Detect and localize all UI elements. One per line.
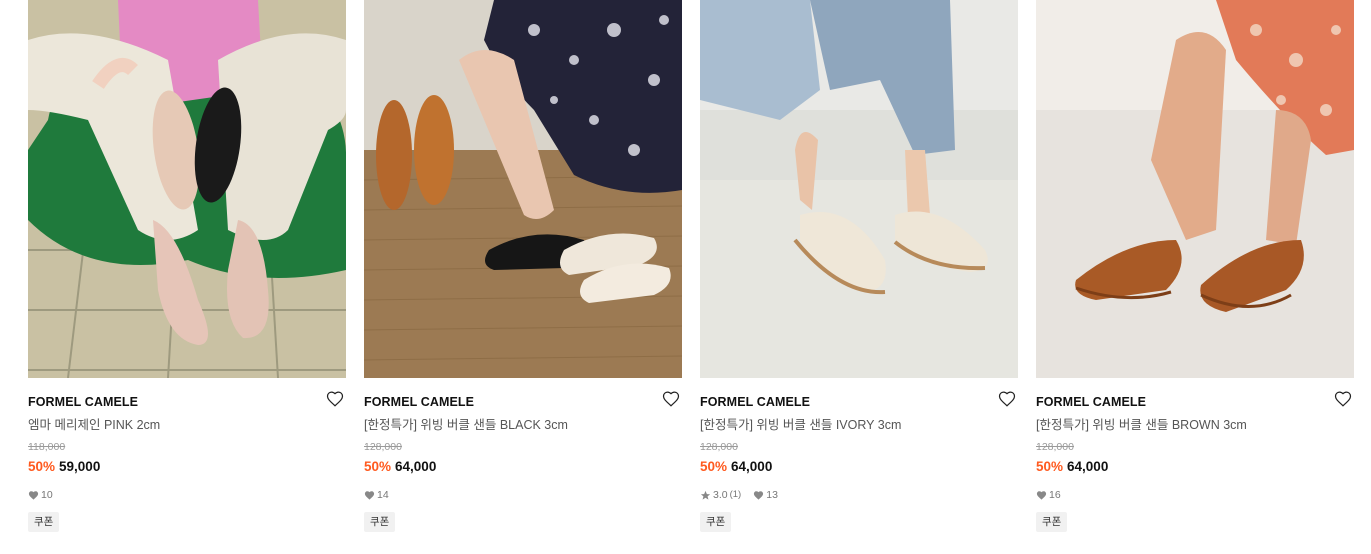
sale-price: 64,000 — [731, 459, 773, 474]
rating-score: 3.0 — [713, 489, 728, 501]
heart-icon[interactable] — [998, 390, 1016, 408]
product-card[interactable]: FORMEL CAMELE 엠마 메리제인 PINK 2cm 118,000 5… — [28, 0, 346, 554]
black-sandal-photo — [364, 0, 682, 378]
brand-name[interactable]: FORMEL CAMELE — [28, 394, 346, 410]
heart-filled-icon — [754, 490, 764, 500]
brand-name[interactable]: FORMEL CAMELE — [1036, 394, 1354, 410]
price-row: 50% 64,000 — [364, 458, 682, 475]
original-price: 128,000 — [1036, 441, 1074, 453]
heart-icon[interactable] — [1334, 390, 1352, 408]
ivory-sandal-photo — [700, 0, 1018, 378]
brown-sandal-photo — [1036, 0, 1354, 378]
product-stats: 3.0 (1) 13 — [700, 488, 1018, 502]
price-row: 50% 64,000 — [700, 458, 1018, 475]
product-card[interactable]: FORMEL CAMELE [한정특가] 위빙 버클 샌들 BLACK 3cm … — [364, 0, 682, 554]
heart-filled-icon — [364, 490, 375, 500]
sale-price: 64,000 — [1067, 459, 1109, 474]
original-price: 128,000 — [364, 441, 402, 453]
original-price: 128,000 — [700, 441, 738, 453]
discount-rate: 50% — [1036, 459, 1064, 474]
product-grid: FORMEL CAMELE 엠마 메리제인 PINK 2cm 118,000 5… — [0, 0, 1371, 554]
heart-filled-icon — [1036, 490, 1047, 500]
product-stats: 10 — [28, 488, 346, 502]
original-price: 118,000 — [28, 441, 66, 453]
discount-rate: 50% — [700, 459, 728, 474]
price-row: 50% 59,000 — [28, 458, 346, 475]
product-card[interactable]: FORMEL CAMELE [한정특가] 위빙 버클 샌들 IVORY 3cm … — [700, 0, 1018, 554]
like-count: 16 — [1049, 489, 1061, 501]
coupon-badge: 쿠폰 — [1036, 512, 1068, 532]
star-icon — [700, 490, 711, 500]
price-row: 50% 64,000 — [1036, 458, 1354, 475]
product-image[interactable] — [28, 0, 346, 378]
discount-rate: 50% — [364, 459, 392, 474]
coupon-badge: 쿠폰 — [700, 512, 732, 532]
mary-jane-photo — [28, 0, 346, 378]
product-image[interactable] — [1036, 0, 1354, 378]
coupon-badge: 쿠폰 — [28, 512, 60, 532]
heart-icon[interactable] — [662, 390, 680, 408]
product-image[interactable] — [364, 0, 682, 378]
product-stats: 16 — [1036, 488, 1354, 502]
review-count: (1) — [729, 489, 742, 500]
heart-filled-icon — [28, 490, 39, 500]
like-count: 13 — [766, 489, 778, 501]
product-name[interactable]: [한정특가] 위빙 버클 샌들 BROWN 3cm — [1036, 417, 1354, 433]
sale-price: 59,000 — [59, 459, 101, 474]
brand-name[interactable]: FORMEL CAMELE — [364, 394, 682, 410]
product-name[interactable]: [한정특가] 위빙 버클 샌들 IVORY 3cm — [700, 417, 1018, 433]
brand-name[interactable]: FORMEL CAMELE — [700, 394, 1018, 410]
product-card[interactable]: FORMEL CAMELE [한정특가] 위빙 버클 샌들 BROWN 3cm … — [1036, 0, 1354, 554]
heart-icon[interactable] — [326, 390, 344, 408]
product-name[interactable]: 엠마 메리제인 PINK 2cm — [28, 417, 346, 433]
sale-price: 64,000 — [395, 459, 437, 474]
discount-rate: 50% — [28, 459, 56, 474]
product-name[interactable]: [한정특가] 위빙 버클 샌들 BLACK 3cm — [364, 417, 682, 433]
like-count: 14 — [377, 489, 389, 501]
product-image[interactable] — [700, 0, 1018, 378]
like-count: 10 — [41, 489, 53, 501]
product-stats: 14 — [364, 488, 682, 502]
coupon-badge: 쿠폰 — [364, 512, 396, 532]
